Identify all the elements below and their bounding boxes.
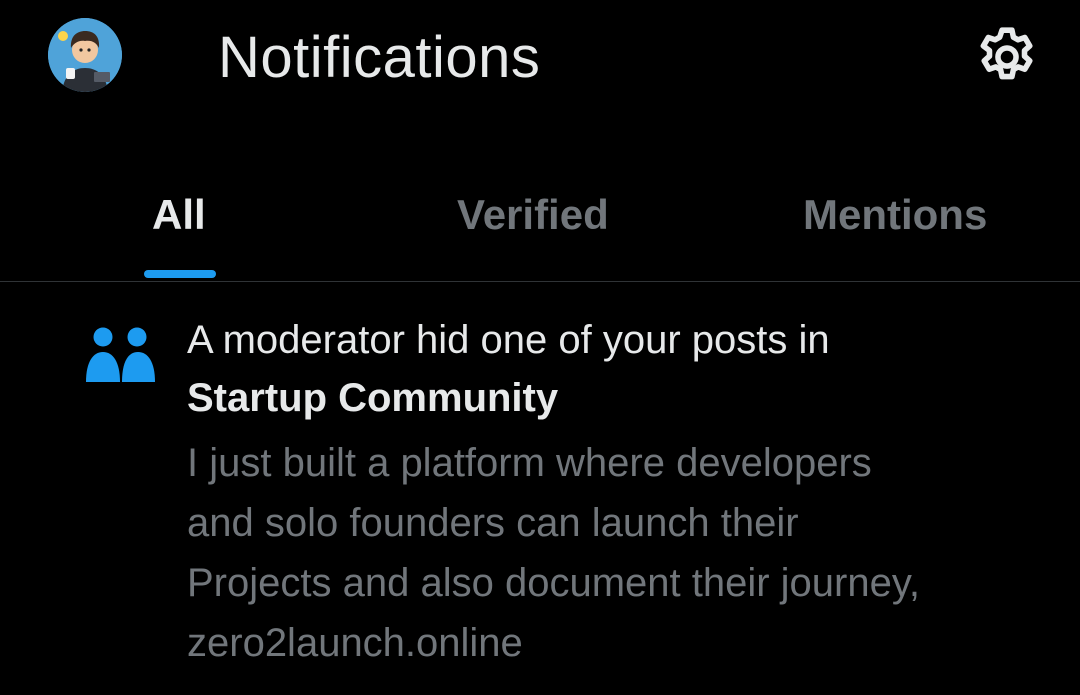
tab-verified[interactable]: Verified	[360, 160, 720, 281]
user-avatar[interactable]	[48, 18, 122, 92]
tab-label: Verified	[457, 191, 609, 238]
header: Notifications	[0, 0, 1080, 120]
notification-text: A moderator hid one of your posts in Sta…	[187, 311, 1067, 427]
tab-label: Mentions	[803, 191, 988, 238]
page-title: Notifications	[218, 25, 541, 90]
tab-mentions[interactable]: Mentions	[720, 160, 1080, 281]
post-line: I just built a platform where developers	[187, 441, 872, 485]
post-line: Projects and also document their journey…	[187, 561, 920, 605]
community-name[interactable]: Startup Community	[187, 369, 1067, 427]
tab-bar: All Verified Mentions	[0, 160, 1080, 282]
post-link[interactable]: zero2launch.online	[187, 613, 1067, 673]
tab-all[interactable]: All	[0, 160, 360, 281]
notification-headline: A moderator hid one of your posts in	[187, 318, 830, 362]
gear-icon	[980, 27, 1033, 80]
hidden-post-preview: I just built a platform where developers…	[187, 433, 1067, 673]
tab-label: All	[152, 191, 206, 238]
settings-button[interactable]	[972, 22, 1042, 92]
community-icon	[86, 327, 155, 382]
post-line: and solo founders can launch their	[187, 501, 799, 545]
avatar-illustration-icon	[48, 18, 122, 92]
active-tab-indicator	[144, 270, 216, 278]
